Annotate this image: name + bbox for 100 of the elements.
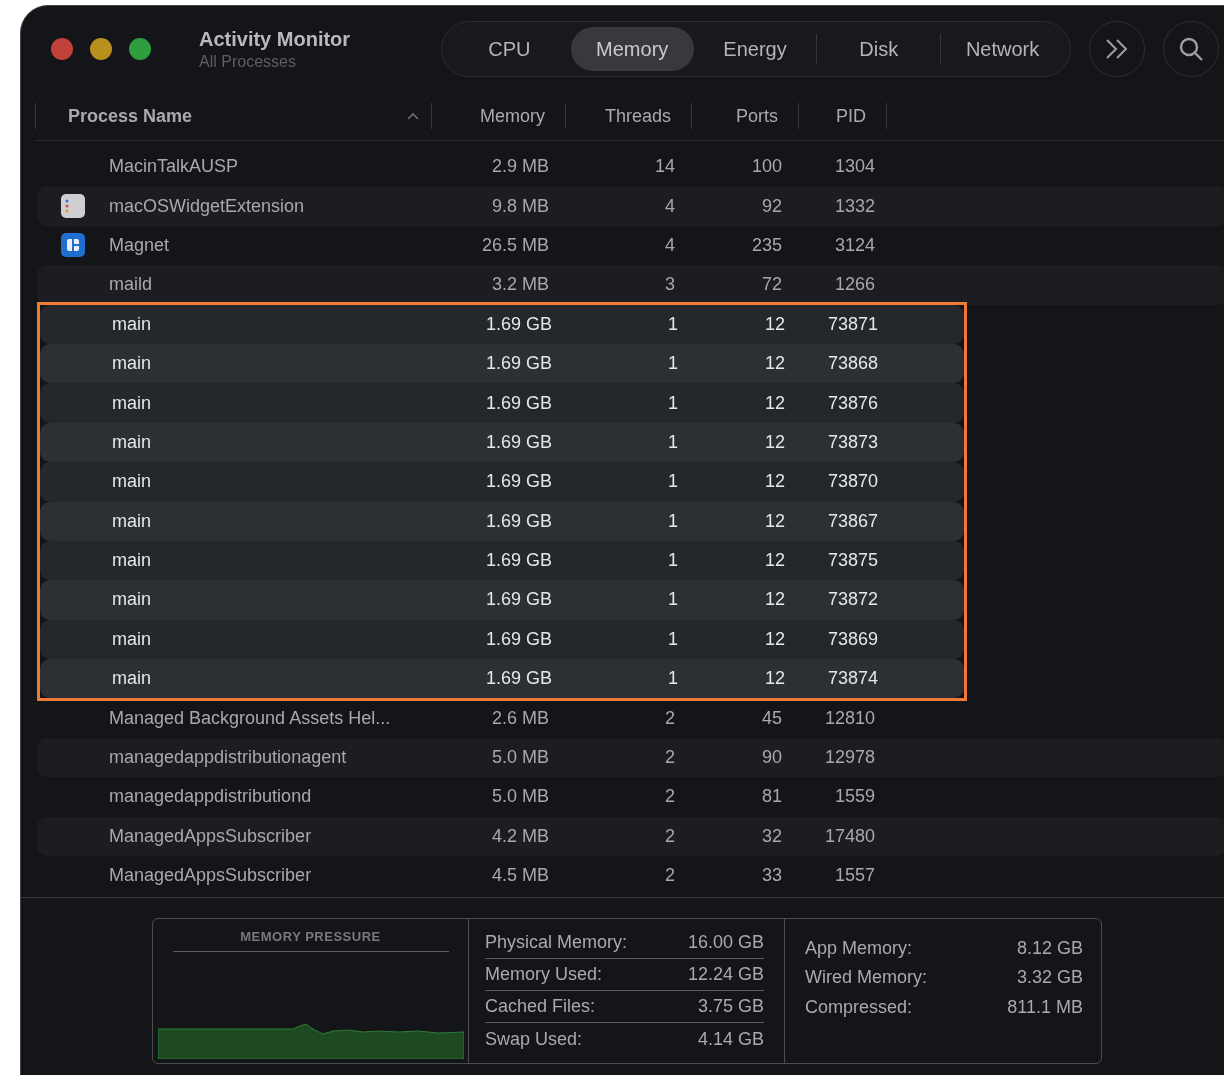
threads-value: 2 [664,825,675,847]
breakdown-label: Wired Memory: [805,967,927,989]
pid-value: 73868 [826,353,878,375]
process-row[interactable]: main 1.69 GB 1 12 73874 [40,659,964,699]
process-row[interactable]: main 1.69 GB 1 12 73876 [40,383,964,423]
pid-value: 1266 [833,274,875,296]
process-row[interactable]: managedappdistributionagent 5.0 MB 2 90 12978 [37,737,1224,778]
memory-value: 4.5 MB [490,865,549,887]
tab[interactable]: CPU [448,27,571,71]
memory-value: 5.0 MB [490,747,549,769]
threads-value: 1 [667,392,678,414]
column-header[interactable]: Threads [565,103,691,129]
process-row[interactable]: managedappdistributiond 5.0 MB 2 81 1559 [37,777,1224,817]
memory-value: 2.9 MB [490,156,549,178]
column-header[interactable]: Ports [691,103,798,129]
process-row[interactable]: macOSWidgetExtension 9.8 MB 4 92 1332 [37,186,1224,226]
process-row[interactable]: main 1.69 GB 1 12 73872 [40,580,964,620]
threads-value: 14 [653,156,675,178]
pid-value: 73869 [826,628,878,650]
threads-value: 2 [664,747,675,769]
process-row[interactable]: main 1.69 GB 1 12 73869 [40,619,964,660]
pid-value: 12810 [823,707,875,729]
process-row[interactable]: main 1.69 GB 1 12 73873 [40,422,964,463]
breakdown-value: 811.1 MB [1007,996,1083,1018]
ports-value: 12 [763,589,785,611]
window-subtitle: All Processes [199,52,297,71]
pid-value: 73876 [826,392,878,414]
memory-value: 1.69 GB [484,550,552,572]
breakdown-value: 3.32 GB [1016,967,1083,989]
memory-value: 1.69 GB [484,628,552,650]
memory-value: 9.8 MB [490,195,549,217]
process-row[interactable]: Managed Background Assets Hel... 2.6 MB 2 45 12810 [37,698,1224,738]
stat-value: 12.24 GB [687,964,764,986]
pid-value: 73872 [826,589,878,611]
threads-value: 1 [667,589,678,611]
process-row[interactable]: main 1.69 GB 1 12 73867 [40,501,964,541]
ports-value: 12 [763,431,785,453]
process-row[interactable]: main 1.69 GB 1 12 73870 [40,462,964,502]
column-header[interactable]: Memory [431,103,565,129]
memory-value: 3.2 MB [490,274,549,296]
pid-value: 73874 [826,668,878,690]
ports-value: 81 [760,786,782,808]
process-name: main [112,550,152,572]
memory-value: 1.69 GB [484,589,552,611]
process-row[interactable]: MacinTalkAUSP 2.9 MB 14 100 1304 [37,147,1224,187]
pid-value: 12978 [823,747,875,769]
ports-value: 12 [763,313,785,335]
breakdown-value: 8.12 GB [1016,937,1083,959]
memory-pressure-title: MEMORY PRESSURE [172,929,449,953]
ports-value: 33 [760,865,782,887]
zoom-button[interactable] [129,38,151,60]
pid-value: 73870 [826,471,878,493]
magnet-app-icon [61,233,85,258]
process-name: macOSWidgetExtension [109,195,306,217]
chevrons-icon [1104,38,1130,60]
memory-value: 1.69 GB [484,313,552,335]
process-row[interactable]: main 1.69 GB 1 12 73868 [40,343,964,384]
process-name: main [112,313,152,335]
process-name: main [112,353,152,375]
stat-label: Memory Used: [485,964,603,986]
threads-value: 1 [667,313,678,335]
ports-value: 12 [763,471,785,493]
list-app-icon [61,194,85,219]
breakdown-label: Compressed: [805,996,913,1018]
process-row[interactable]: main 1.69 GB 1 12 73875 [40,540,964,581]
stat-label: Physical Memory: [485,932,628,954]
memory-value: 1.69 GB [484,471,552,493]
ports-value: 45 [760,707,782,729]
process-row[interactable]: Magnet 26.5 MB 4 235 3124 [37,225,1224,266]
process-row[interactable]: maild 3.2 MB 3 72 1266 [37,265,1224,305]
ports-value: 12 [763,353,785,375]
ports-value: 100 [750,156,782,178]
memory-value: 1.69 GB [484,431,552,453]
memory-value: 26.5 MB [480,234,549,256]
column-header[interactable]: Process Name [35,103,431,129]
tab[interactable]: Disk [817,27,941,71]
process-row[interactable]: main 1.69 GB 1 12 73871 [40,304,964,344]
close-button[interactable] [51,38,73,60]
pid-value: 73867 [826,510,878,532]
minimize-button[interactable] [90,38,112,60]
threads-value: 1 [667,431,678,453]
pid-value: 3124 [833,234,875,256]
memory-value: 1.69 GB [484,510,552,532]
stat-label: Cached Files: [485,996,596,1018]
threads-value: 1 [667,353,678,375]
ports-value: 90 [760,747,782,769]
tab[interactable]: Network [941,27,1064,71]
stat-value: 4.14 GB [697,1028,764,1050]
process-row[interactable]: ManagedAppsSubscriber 4.5 MB 2 33 1557 [37,856,1224,896]
ports-value: 32 [760,825,782,847]
process-name: main [112,471,152,493]
process-row[interactable]: ManagedAppsSubscriber 4.2 MB 2 32 17480 [37,816,1224,857]
stat-label: Swap Used: [485,1028,583,1050]
tab[interactable]: Energy [693,27,817,71]
memory-value: 5.0 MB [490,786,549,808]
tab[interactable]: Memory [570,27,694,71]
ports-value: 12 [763,550,785,572]
column-header[interactable]: PID [798,103,886,129]
ports-value: 72 [760,274,782,296]
stat-value: 16.00 GB [687,932,764,954]
